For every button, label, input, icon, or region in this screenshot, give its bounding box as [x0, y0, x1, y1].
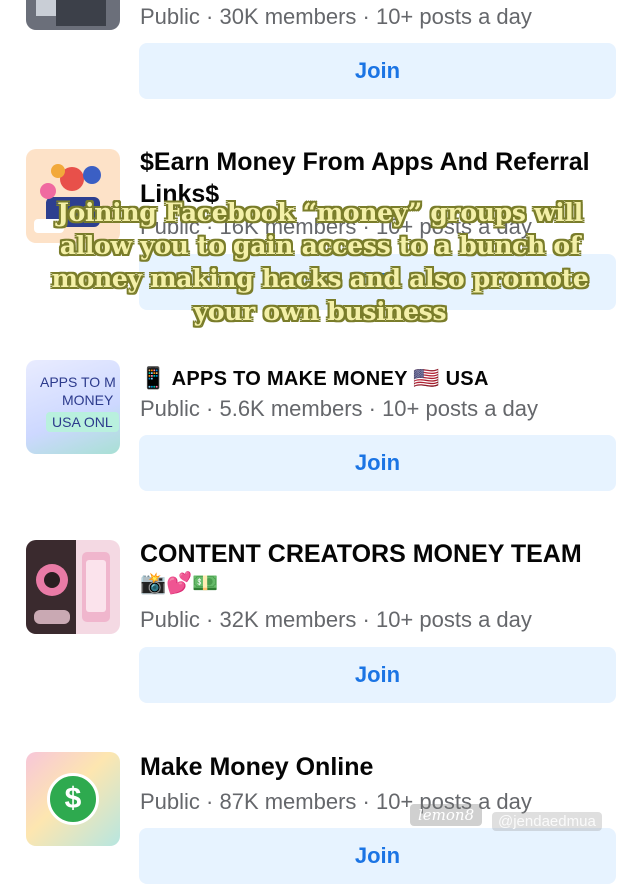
- group-thumbnail[interactable]: APPS TO M MONEY USA ONL: [26, 360, 120, 454]
- group-meta: Public · 32K members · 10+ posts a day: [140, 607, 532, 632]
- join-button[interactable]: Join: [139, 435, 616, 491]
- creator-handle: @jendaedmua: [492, 812, 602, 831]
- group-thumbnail[interactable]: $: [26, 752, 120, 846]
- thumbnail-text: USA ONL: [46, 412, 119, 432]
- thumbnail-text: MONEY: [62, 392, 114, 408]
- join-button[interactable]: Join: [139, 254, 616, 310]
- group-thumbnail[interactable]: [26, 0, 120, 30]
- group-meta: Public · 16K members · 10+ posts a day: [140, 214, 532, 239]
- dollar-icon: $: [47, 773, 99, 825]
- join-button[interactable]: Join: [139, 43, 616, 99]
- group-title-suffix: USA: [445, 368, 489, 390]
- group-title[interactable]: CONTENT CREATORS MONEY TEAM: [140, 538, 620, 570]
- group-meta: Public · 30K members · 10+ posts a day: [140, 4, 532, 29]
- group-title-text: APPS TO MAKE MONEY: [171, 368, 408, 390]
- thumbnail-text: APPS TO M: [40, 374, 116, 390]
- group-title[interactable]: 📱 APPS TO MAKE MONEY 🇺🇸 USA: [140, 362, 620, 395]
- group-thumbnail[interactable]: [26, 540, 120, 634]
- join-button[interactable]: Join: [139, 647, 616, 703]
- group-title-emojis: 📸💕💵: [140, 571, 219, 595]
- group-title[interactable]: Make Money Online: [140, 751, 620, 783]
- join-button[interactable]: Join: [139, 828, 616, 884]
- us-flag-icon: 🇺🇸: [413, 366, 440, 390]
- group-meta: Public · 5.6K members · 10+ posts a day: [140, 396, 539, 421]
- group-title[interactable]: $Earn Money From Apps And Referral Links…: [140, 146, 620, 210]
- phone-icon: 📱: [140, 366, 167, 390]
- group-thumbnail[interactable]: [26, 149, 120, 243]
- lemon8-watermark: lemon8: [410, 804, 483, 826]
